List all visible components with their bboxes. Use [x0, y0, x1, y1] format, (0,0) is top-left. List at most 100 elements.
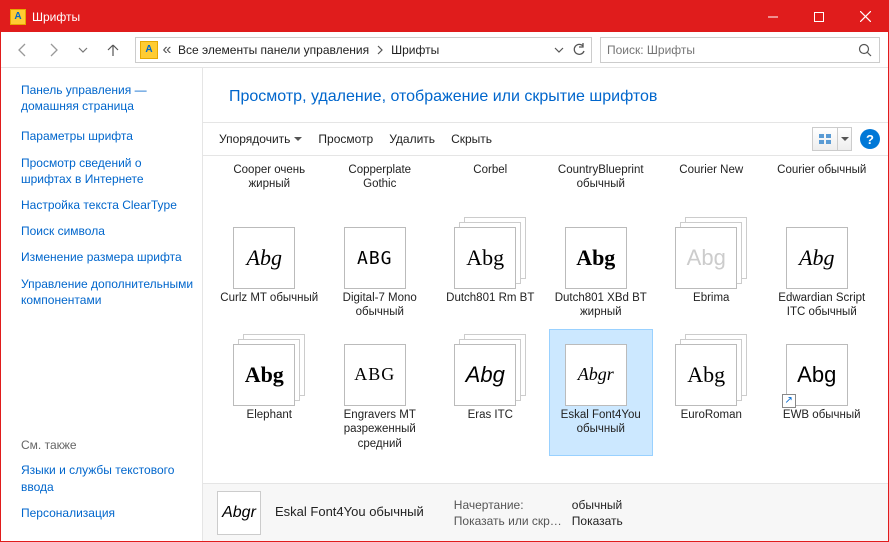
breadcrumb-fonts[interactable]: Шрифты — [387, 41, 443, 59]
close-button[interactable] — [842, 1, 888, 32]
window-title: Шрифты — [32, 10, 750, 24]
font-item[interactable]: Abg Ebrima — [659, 212, 764, 325]
hide-button[interactable]: Скрыть — [443, 128, 500, 150]
font-item[interactable]: Abg Eras ITC — [438, 329, 543, 456]
minimize-button[interactable] — [750, 1, 796, 32]
back-button — [9, 36, 37, 64]
font-label: Copperplate Gothic — [331, 163, 430, 203]
font-item[interactable]: Corbel — [438, 156, 543, 208]
font-label: Edwardian Script ITC обычный — [773, 291, 872, 320]
font-thumbnail: Abg — [233, 334, 305, 406]
search-input[interactable] — [601, 43, 851, 57]
font-thumbnail: Abg — [675, 217, 747, 289]
forward-button — [39, 36, 67, 64]
sidebar-link-cleartype[interactable]: Настройка текста ClearType — [21, 197, 194, 213]
maximize-button[interactable] — [796, 1, 842, 32]
font-thumbnail: ABG — [344, 334, 416, 406]
font-thumbnail: ABG — [344, 217, 416, 289]
sidebar-link-font-settings[interactable]: Параметры шрифта — [21, 128, 194, 144]
font-label: CountryBlueprint обычный — [552, 163, 651, 203]
font-grid[interactable]: Cooper очень жирный Copperplate Gothic Cor… — [203, 156, 888, 483]
font-item[interactable]: Abg EuroRoman — [659, 329, 764, 456]
font-thumbnail: Abg — [786, 217, 858, 289]
font-label: Dutch801 XBd BT жирный — [552, 291, 651, 320]
font-label: Cooper очень жирный — [220, 163, 319, 203]
sidebar-link-resize[interactable]: Изменение размера шрифта — [21, 249, 194, 265]
font-label: Ebrima — [693, 291, 729, 305]
content-pane: Просмотр, удаление, отображение или скры… — [203, 68, 888, 541]
font-label: EuroRoman — [681, 408, 742, 422]
command-bar: Упорядочить Просмотр Удалить Скрыть ? — [203, 122, 888, 156]
font-item[interactable]: Abg Curlz MT обычный — [217, 212, 322, 325]
font-item[interactable]: Copperplate Gothic — [328, 156, 433, 208]
font-label: Courier обычный — [777, 163, 866, 203]
font-thumbnail: Abg — [454, 217, 526, 289]
details-show-value: Показать — [572, 514, 623, 528]
font-item[interactable]: Courier New — [659, 156, 764, 208]
titlebar: A Шрифты — [1, 1, 888, 32]
font-label: Eskal Font4You обычный — [552, 408, 651, 437]
details-thumbnail: Abgr — [217, 491, 261, 535]
sidebar-link-find-char[interactable]: Поиск символа — [21, 223, 194, 239]
breadcrumb-root-sep[interactable]: « — [160, 39, 174, 61]
font-label: Engravers MT разреженный средний — [331, 408, 430, 451]
breadcrumb-control-panel[interactable]: Все элементы панели управления — [174, 41, 373, 59]
font-item[interactable]: Abg Dutch801 Rm BT — [438, 212, 543, 325]
sidebar-link-online-info[interactable]: Просмотр сведений о шрифтах в Интернете — [21, 155, 194, 187]
font-item[interactable]: AbgEdwardian Script ITC обычный — [770, 212, 875, 325]
font-thumbnail: Abg — [675, 334, 747, 406]
recent-dropdown[interactable] — [69, 36, 97, 64]
font-item[interactable]: Courier обычный — [770, 156, 875, 208]
view-dropdown[interactable] — [838, 127, 852, 151]
font-label: Corbel — [473, 163, 507, 203]
font-label: Courier New — [679, 163, 743, 203]
refresh-button[interactable] — [569, 39, 589, 61]
details-pane: Abgr Eskal Font4You обычный Начертание: … — [203, 483, 888, 541]
font-item[interactable]: AbgDutch801 XBd BT жирный — [549, 212, 654, 325]
details-name: Eskal Font4You обычный — [275, 504, 424, 519]
delete-button[interactable]: Удалить — [381, 128, 443, 150]
control-panel-home-link[interactable]: Панель управления — домашняя страница — [21, 82, 194, 114]
sidebar-link-optional-features[interactable]: Управление дополнительными компонентами — [21, 276, 194, 308]
font-item[interactable]: CountryBlueprint обычный — [549, 156, 654, 208]
search-icon[interactable] — [851, 38, 879, 62]
page-title: Просмотр, удаление, отображение или скры… — [203, 68, 888, 122]
details-style-value: обычный — [572, 498, 623, 512]
font-label: Eras ITC — [468, 408, 513, 422]
help-button[interactable]: ? — [860, 129, 880, 149]
font-item[interactable]: AbgrEskal Font4You обычный — [549, 329, 654, 456]
font-item[interactable]: Cooper очень жирный — [217, 156, 322, 208]
font-label: Dutch801 Rm BT — [446, 291, 534, 305]
search-box[interactable] — [600, 37, 880, 63]
preview-button[interactable]: Просмотр — [310, 128, 381, 150]
font-item[interactable]: ABGEngravers MT разреженный средний — [328, 329, 433, 456]
nav-toolbar: A « Все элементы панели управления Шрифт… — [1, 32, 888, 68]
font-item[interactable]: Abg↗ EWB обычный — [770, 329, 875, 456]
font-item[interactable]: Abg Elephant — [217, 329, 322, 456]
view-icons-button[interactable] — [812, 127, 838, 151]
font-thumbnail: Abg — [233, 217, 305, 289]
font-label: Digital-7 Mono обычный — [331, 291, 430, 320]
fonts-folder-icon: A — [140, 41, 158, 59]
fonts-app-icon: A — [10, 9, 26, 25]
font-thumbnail: Abgr — [565, 334, 637, 406]
font-label: Curlz MT обычный — [220, 291, 318, 305]
address-bar[interactable]: A « Все элементы панели управления Шрифт… — [135, 37, 592, 63]
address-dropdown[interactable] — [549, 39, 569, 61]
font-label: Elephant — [247, 408, 292, 422]
font-thumbnail: Abg — [565, 217, 637, 289]
font-thumbnail: Abg↗ — [786, 334, 858, 406]
font-thumbnail: Abg — [454, 334, 526, 406]
up-button[interactable] — [99, 36, 127, 64]
sidebar: Панель управления — домашняя страница Па… — [1, 68, 203, 541]
details-show-label: Показать или скр… — [454, 514, 562, 528]
font-item[interactable]: ABGDigital-7 Mono обычный — [328, 212, 433, 325]
details-style-label: Начертание: — [454, 498, 562, 512]
organize-button[interactable]: Упорядочить — [211, 128, 310, 150]
font-label: EWB обычный — [783, 408, 861, 422]
breadcrumb-sep[interactable] — [373, 39, 387, 61]
sidebar-link-personalization[interactable]: Персонализация — [21, 505, 194, 521]
see-also-heading: См. также — [21, 438, 194, 452]
sidebar-link-text-services[interactable]: Языки и службы текстового ввода — [21, 462, 194, 494]
shortcut-overlay-icon: ↗ — [782, 394, 796, 408]
